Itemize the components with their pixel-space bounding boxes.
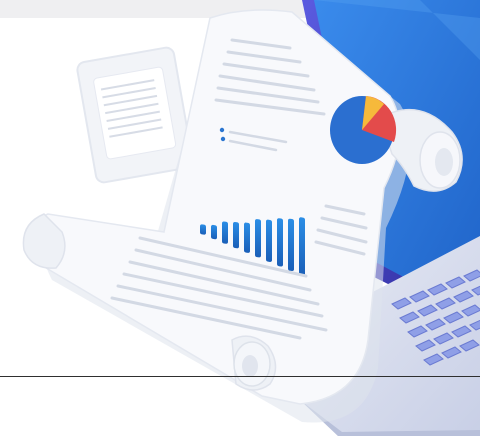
bar-chart-bar bbox=[299, 217, 305, 276]
horizontal-divider bbox=[0, 376, 480, 377]
bar-chart-bar bbox=[200, 224, 206, 235]
document-report-illustration bbox=[22, 0, 480, 436]
floating-card bbox=[76, 46, 194, 184]
bar-chart-bar bbox=[255, 219, 261, 258]
bar-chart-bar bbox=[244, 222, 250, 253]
bar-chart-bar bbox=[233, 222, 239, 249]
bar-chart-bar bbox=[277, 218, 283, 267]
bar-chart-bar bbox=[222, 221, 228, 244]
bar-chart-bar bbox=[211, 224, 217, 240]
bar-chart-bar bbox=[288, 218, 294, 272]
bar-chart-bar bbox=[266, 219, 272, 262]
